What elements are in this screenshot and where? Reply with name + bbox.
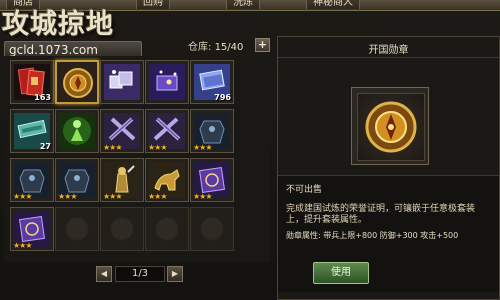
item-slot[interactable]: 27 <box>10 109 54 153</box>
item-detail-panel: 开国勋章 不可出售 完成建国试炼的荣誉证明，可镶嵌于任意极套装上，提升套装属性。… <box>277 36 500 300</box>
item-slot[interactable] <box>145 60 189 104</box>
item-slot[interactable] <box>100 60 144 104</box>
purple-crystal-cubes-icon <box>104 64 140 100</box>
green-aura-figure-icon <box>59 113 95 149</box>
star-rating: ★★★ <box>148 143 167 152</box>
item-description-box: 不可出售 完成建国试炼的荣誉证明，可镶嵌于任意极套装上，提升套装属性。 勋章属性… <box>278 175 499 292</box>
detail-header: 开国勋章 <box>278 37 499 58</box>
warehouse-window: 商店 回购 洗炼 神秘商人 攻城掠地 gcld.1073.com 仓库: 15/… <box>0 0 500 300</box>
star-rating: ★★★ <box>193 143 212 152</box>
item-slot[interactable]: 163 <box>10 60 54 104</box>
item-slot[interactable] <box>55 109 99 153</box>
star-rating: ★★★ <box>58 192 77 201</box>
item-slot[interactable]: 796 <box>190 60 234 104</box>
item-attributes: 勋章属性: 带兵上限+800 防御+300 攻击+500 <box>286 231 459 240</box>
item-count: 796 <box>214 93 231 102</box>
item-grid: 163 796 27 ★★★ ★★★ ★★★ ★★★ ★★★ ★★★ ★★★ ★… <box>4 56 270 262</box>
item-slot[interactable]: ★★★ <box>100 109 144 153</box>
page-indicator: 1/3 <box>115 266 165 282</box>
storage-label-text: 仓库: <box>188 42 212 53</box>
item-slot[interactable]: ★★★ <box>145 158 189 202</box>
tab-refine[interactable]: 洗炼 <box>226 0 260 9</box>
item-count: 163 <box>34 93 51 102</box>
empty-slot[interactable] <box>145 207 189 251</box>
star-rating: ★★★ <box>103 192 122 201</box>
storage-label: 仓库: 15/40 <box>188 38 243 53</box>
use-item-button[interactable]: 使用 <box>313 262 369 284</box>
purple-starry-box-icon <box>149 64 185 100</box>
star-rating: ★★★ <box>13 241 32 250</box>
empty-slot[interactable] <box>100 207 144 251</box>
storage-count: 15/40 <box>214 42 244 53</box>
game-logo: 攻城掠地 <box>2 9 114 40</box>
star-rating: ★★★ <box>148 192 167 201</box>
star-rating: ★★★ <box>193 192 212 201</box>
item-slot[interactable]: ★★★ <box>10 207 54 251</box>
item-count: 27 <box>39 142 51 151</box>
item-slot[interactable]: ★★★ <box>55 158 99 202</box>
item-preview-frame <box>351 87 429 165</box>
tab-mystery-merchant[interactable]: 神秘商人 <box>306 0 360 9</box>
item-description: 完成建国试炼的荣誉证明，可镶嵌于任意极套装上，提升套装属性。 <box>286 204 476 225</box>
empty-slot[interactable] <box>55 207 99 251</box>
item-name: 开国勋章 <box>368 45 409 56</box>
trade-status: 不可出售 <box>286 185 323 195</box>
empty-slot[interactable] <box>190 207 234 251</box>
item-slot-selected[interactable] <box>55 60 99 104</box>
expand-storage-button[interactable]: + <box>255 38 270 52</box>
item-slot[interactable]: ★★★ <box>190 158 234 202</box>
founding-medal-icon <box>60 65 96 101</box>
star-rating: ★★★ <box>103 143 122 152</box>
next-page-button[interactable]: ▶ <box>167 266 183 282</box>
star-rating: ★★★ <box>13 192 32 201</box>
item-slot[interactable]: ★★★ <box>190 109 234 153</box>
item-slot[interactable]: ★★★ <box>100 158 144 202</box>
item-slot[interactable]: ★★★ <box>10 158 54 202</box>
item-preview <box>357 93 425 161</box>
founding-medal-large-icon <box>365 101 417 153</box>
prev-page-button[interactable]: ◀ <box>96 266 112 282</box>
item-slot[interactable]: ★★★ <box>145 109 189 153</box>
